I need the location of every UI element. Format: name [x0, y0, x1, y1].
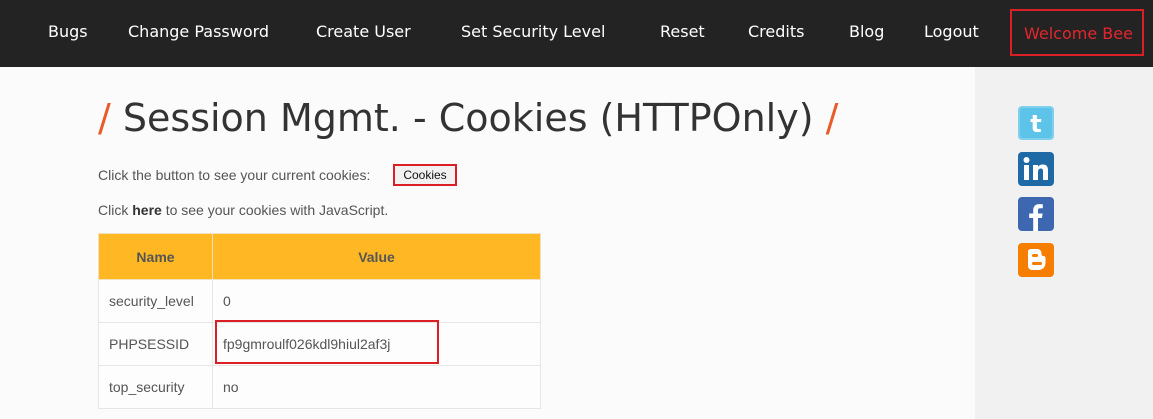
cookie-name: top_security	[98, 365, 213, 409]
nav-bugs[interactable]: Bugs	[48, 22, 88, 41]
header-value: Value	[212, 233, 541, 280]
nav-logout[interactable]: Logout	[924, 22, 979, 41]
js-cookies-line: Click here to see your cookies with Java…	[98, 202, 388, 218]
cookie-value: no	[212, 365, 541, 409]
svg-text:t: t	[1030, 110, 1041, 138]
click-post: to see your cookies with JavaScript.	[165, 202, 389, 218]
welcome-text: Welcome Bee	[1024, 24, 1133, 43]
page-title: / Session Mgmt. - Cookies (HTTPOnly) /	[98, 96, 838, 148]
linkedin-icon[interactable]	[1018, 152, 1054, 186]
nav-reset[interactable]: Reset	[660, 22, 705, 41]
welcome-box: Welcome Bee	[1010, 9, 1144, 56]
nav-change-password[interactable]: Change Password	[128, 22, 269, 41]
title-slash-left: /	[98, 96, 111, 140]
twitter-icon[interactable]: t	[1018, 106, 1054, 140]
cookies-button[interactable]: Cookies	[393, 164, 457, 186]
blogger-icon[interactable]	[1018, 243, 1054, 277]
nav-create-user[interactable]: Create User	[316, 22, 411, 41]
title-text: Session Mgmt. - Cookies (HTTPOnly)	[122, 96, 814, 140]
table-row: security_level 0	[98, 279, 541, 323]
social-sidebar	[975, 67, 1153, 419]
facebook-icon[interactable]	[1018, 197, 1054, 231]
cookies-prompt: Click the button to see your current coo…	[98, 167, 371, 183]
cookie-value: 0	[212, 279, 541, 323]
nav-set-security-level[interactable]: Set Security Level	[461, 22, 605, 41]
click-pre: Click	[98, 202, 129, 218]
here-link[interactable]: here	[132, 202, 162, 218]
cookie-name: PHPSESSID	[98, 322, 213, 366]
table-row: top_security no	[98, 365, 541, 409]
nav-credits[interactable]: Credits	[748, 22, 804, 41]
phpsessid-highlight	[215, 320, 439, 364]
title-slash-right: /	[825, 96, 839, 140]
header-name: Name	[98, 233, 213, 280]
nav-blog[interactable]: Blog	[849, 22, 884, 41]
cookie-name: security_level	[98, 279, 213, 323]
top-nav: Bugs Change Password Create User Set Sec…	[0, 0, 1153, 67]
table-header: Name Value	[98, 233, 541, 280]
